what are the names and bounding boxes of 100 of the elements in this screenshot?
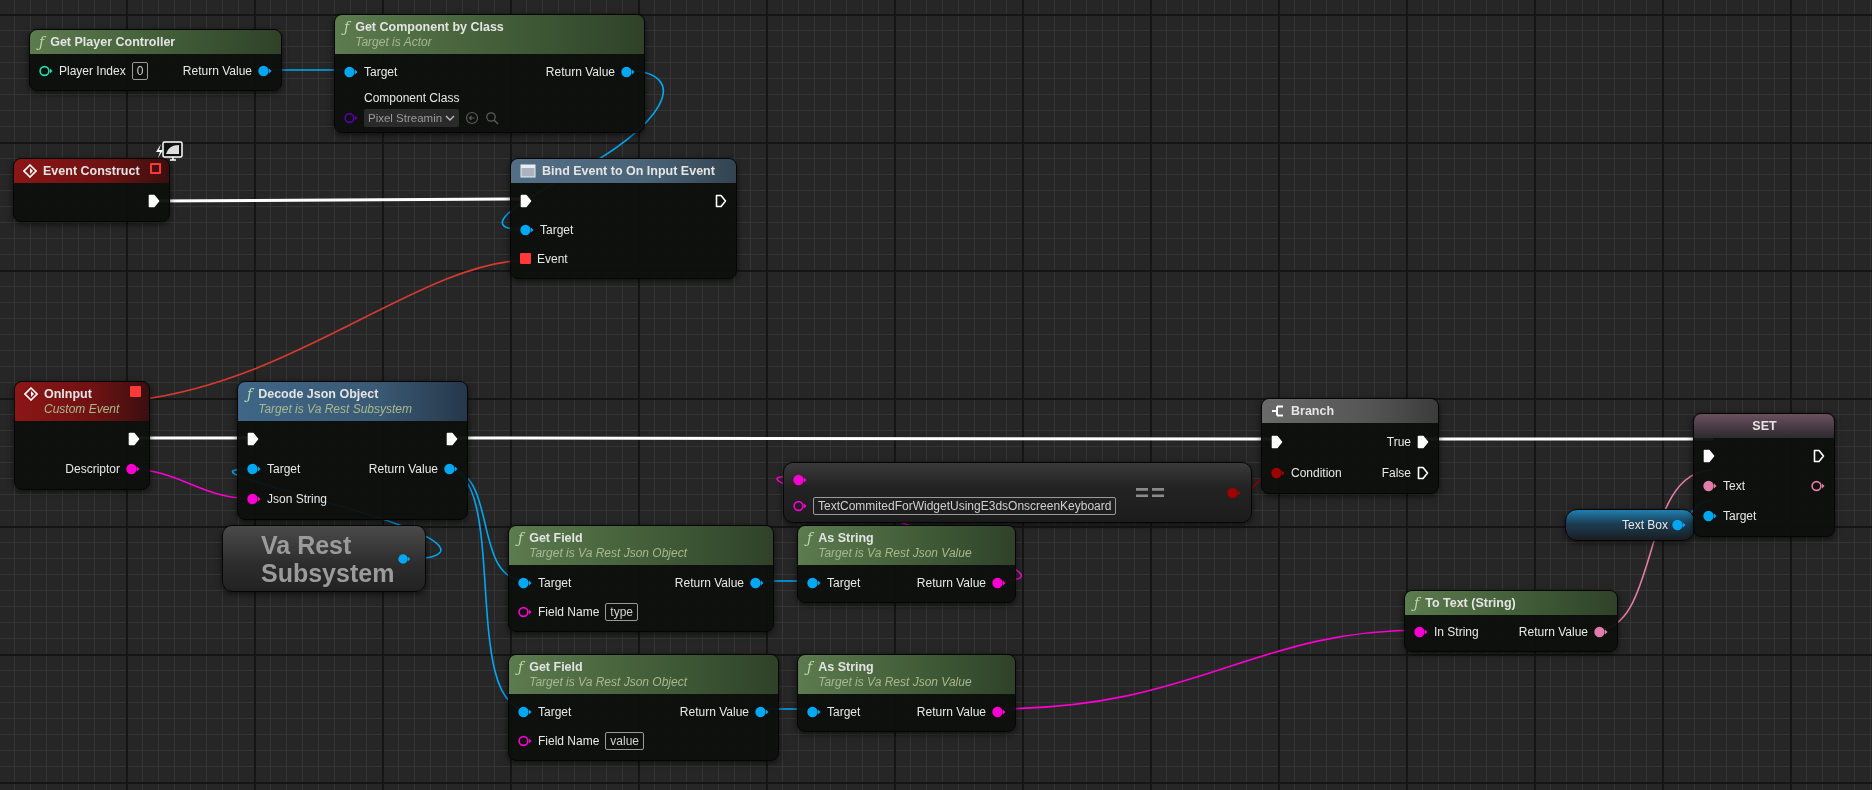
exec-pin[interactable] [1417, 434, 1429, 449]
data-pin[interactable] [1414, 626, 1428, 638]
value-field[interactable]: TextCommitedForWidgetUsingE3dsOnscreenKeyboard [813, 497, 1117, 515]
pin-label: Return Value [1518, 625, 1588, 639]
data-pin[interactable] [807, 705, 821, 718]
pin-label: Target [827, 575, 861, 590]
pin-label: Player Index [59, 64, 126, 78]
diamond-icon [23, 164, 37, 178]
compare-node[interactable]: TextCommitedForWidgetUsingE3dsOnscreenKeyboard == [783, 462, 1252, 523]
data-pin[interactable] [398, 552, 411, 565]
exec-pin[interactable] [1271, 434, 1283, 449]
data-pin[interactable] [793, 500, 807, 512]
exec-pin[interactable] [1417, 465, 1429, 480]
pin-label: Target [540, 222, 574, 237]
pin-label: Target [538, 704, 572, 719]
node-title: SET [1752, 418, 1777, 434]
node-title: Bind Event to On Input Event [542, 163, 715, 179]
pin-label: Target [538, 575, 572, 590]
pin-label: Return Value [182, 64, 252, 78]
node-title: Branch [1291, 403, 1335, 419]
data-pin[interactable] [247, 463, 261, 475]
node-title: Get Field [529, 659, 583, 675]
exec-pin[interactable] [128, 432, 140, 446]
data-pin[interactable] [518, 605, 532, 618]
pin-label: Return Value [674, 575, 744, 590]
exec-pin[interactable] [446, 432, 458, 446]
pin-label: Return Value [545, 65, 615, 79]
data-pin[interactable] [247, 493, 261, 505]
variable-name: Text Box [1621, 518, 1668, 532]
data-pin[interactable] [807, 576, 821, 589]
data-pin[interactable] [518, 576, 532, 589]
node-subtitle: Custom Event [44, 402, 120, 417]
node-title: Decode Json Object [258, 386, 379, 402]
node-title: As String [818, 530, 874, 546]
exec-pin[interactable] [715, 193, 727, 208]
data-pin[interactable] [992, 576, 1006, 589]
pin-label: Target [827, 704, 861, 719]
data-pin[interactable] [126, 463, 140, 475]
pin-label: Target [1723, 509, 1757, 523]
data-pin[interactable] [621, 66, 635, 78]
event-node[interactable]: Event Construct [13, 158, 170, 222]
variable-node[interactable]: Text Box [1565, 509, 1695, 541]
exec-pin[interactable] [520, 193, 532, 208]
node-subtitle: Target is Actor [355, 35, 432, 50]
pin-label: In String [1434, 625, 1479, 639]
exec-pin[interactable] [247, 432, 259, 446]
data-pin[interactable] [344, 66, 358, 78]
node-title: OnInput [44, 386, 92, 402]
search-icon[interactable] [485, 111, 500, 125]
pin-label: Return Value [368, 462, 438, 476]
pure-node[interactable]: ƒ Get Field Target is Va Rest Json Object Target Return Value Field Name value [508, 654, 779, 761]
pin-label: Component Class [364, 91, 461, 105]
data-pin[interactable] [1703, 510, 1717, 522]
pin-label: Condition [1291, 465, 1342, 480]
node-subtitle: Target is Va Rest Json Value [818, 546, 972, 561]
event-node[interactable]: OnInput Custom Event Descriptor [14, 381, 150, 490]
data-pin[interactable] [1811, 480, 1825, 492]
data-pin[interactable] [518, 734, 532, 747]
exec-pin[interactable] [1703, 449, 1715, 463]
data-pin[interactable] [755, 705, 769, 718]
pure-node[interactable]: ƒ As String Target is Va Rest Json Value Target Return Value [797, 525, 1016, 603]
node-subtitle: Target is Va Rest Subsystem [258, 402, 413, 417]
bind-node[interactable]: Bind Event to On Input Event Target Event [510, 158, 737, 279]
pin-label: Return Value [679, 704, 749, 719]
node-title: Event Construct [43, 163, 140, 179]
class-dropdown[interactable]: Pixel Streamin [364, 109, 460, 127]
node-title: Va Rest Subsystem [261, 530, 396, 587]
pure-node[interactable]: ƒ As String Target is Va Rest Json Value Target Return Value [797, 654, 1016, 732]
subsystem-node[interactable]: Va Rest Subsystem [222, 525, 426, 592]
value-field[interactable]: 0 [131, 62, 149, 80]
data-pin[interactable] [258, 65, 272, 77]
branch-node[interactable]: Branch True Condition False [1261, 398, 1439, 494]
data-pin[interactable] [1703, 480, 1717, 492]
pin-label: True [1386, 434, 1411, 449]
set-node[interactable]: SET Text Target [1693, 413, 1835, 537]
data-pin[interactable] [520, 223, 534, 236]
pin-label: Json String [267, 492, 328, 506]
pin-label: Target [267, 462, 301, 476]
node-subtitle: Target is Va Rest Json Object [529, 675, 688, 690]
data-pin[interactable] [518, 705, 532, 718]
exec-pin[interactable] [1813, 449, 1825, 463]
pure-node[interactable]: ƒ Get Field Target is Va Rest Json Object Target Return Value Field Name type [508, 525, 774, 632]
pure-node[interactable]: ƒ To Text (String) In String Return Value [1404, 590, 1618, 652]
diamond-icon [24, 387, 38, 401]
function-node[interactable]: ƒ Decode Json Object Target is Va Rest Subsystem Target Return Value Json String [237, 381, 468, 520]
data-pin[interactable] [1594, 626, 1608, 638]
pin-label: Descriptor [65, 462, 120, 476]
data-pin[interactable] [992, 705, 1006, 718]
data-pin[interactable] [750, 576, 764, 589]
pin-label: Field Name [538, 604, 600, 619]
pure-node[interactable]: ƒ Get Player Controller Player Index 0 Return Value [29, 29, 282, 91]
data-pin[interactable] [444, 463, 458, 475]
data-pin[interactable] [1672, 519, 1686, 531]
delegate-pin[interactable] [150, 163, 161, 174]
data-pin[interactable] [39, 65, 53, 77]
caret-icon [445, 114, 456, 122]
value-field[interactable]: value [605, 731, 645, 750]
pure-node[interactable]: ƒ Get Component by Class Target is Actor Target Return Value Component Class Pixel Streamin [334, 14, 645, 133]
value-field[interactable]: type [605, 602, 639, 621]
exec-pin[interactable] [148, 194, 160, 208]
